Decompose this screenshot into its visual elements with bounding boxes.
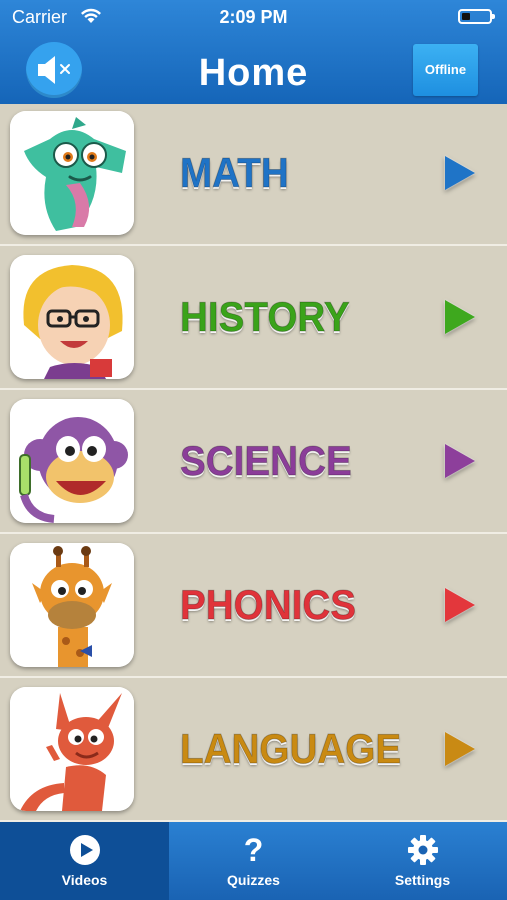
tab-label: Quizzes xyxy=(227,872,280,888)
status-bar: Carrier 2:09 PM xyxy=(0,0,507,36)
subject-label-history: HISTORY xyxy=(180,293,351,341)
play-arrow-icon[interactable] xyxy=(445,300,475,334)
play-arrow-icon[interactable] xyxy=(445,732,475,766)
subject-list: MATH HISTORY SCIENCE PHONICS LANGUAGE xyxy=(0,104,507,822)
phonics-character-thumbnail xyxy=(10,543,134,667)
tab-label: Videos xyxy=(61,872,108,888)
math-character-thumbnail xyxy=(10,111,134,235)
subject-label-science: SCIENCE xyxy=(180,437,353,485)
clock: 2:09 PM xyxy=(219,7,288,27)
tab-bar: Videos ? Quizzes Settings xyxy=(0,822,507,900)
subject-row-math[interactable]: MATH xyxy=(0,104,507,246)
play-arrow-icon[interactable] xyxy=(445,156,475,190)
language-character-thumbnail xyxy=(10,687,134,811)
gear-icon xyxy=(338,834,507,866)
tab-label: Settings xyxy=(394,872,451,888)
subject-label-math: MATH xyxy=(180,149,290,197)
subject-row-science[interactable]: SCIENCE xyxy=(0,392,507,534)
subject-label-phonics: PHONICS xyxy=(180,581,357,629)
subject-label-language: LANGUAGE xyxy=(180,725,402,773)
question-mark-icon: ? xyxy=(243,832,264,868)
history-character-thumbnail xyxy=(10,255,134,379)
tab-settings[interactable]: Settings xyxy=(338,822,507,900)
offline-button[interactable]: Offline xyxy=(413,44,478,96)
play-arrow-icon[interactable] xyxy=(445,444,475,478)
top-bar: Carrier 2:09 PM Home Offline xyxy=(0,0,507,104)
play-circle-icon xyxy=(0,834,169,866)
battery-icon xyxy=(458,9,495,24)
tab-quizzes[interactable]: ? Quizzes xyxy=(169,822,338,900)
subject-row-history[interactable]: HISTORY xyxy=(0,248,507,390)
tab-videos[interactable]: Videos xyxy=(0,822,169,900)
subject-row-phonics[interactable]: PHONICS xyxy=(0,536,507,678)
science-character-thumbnail xyxy=(10,399,134,523)
subject-row-language[interactable]: LANGUAGE xyxy=(0,680,507,822)
play-arrow-icon[interactable] xyxy=(445,588,475,622)
